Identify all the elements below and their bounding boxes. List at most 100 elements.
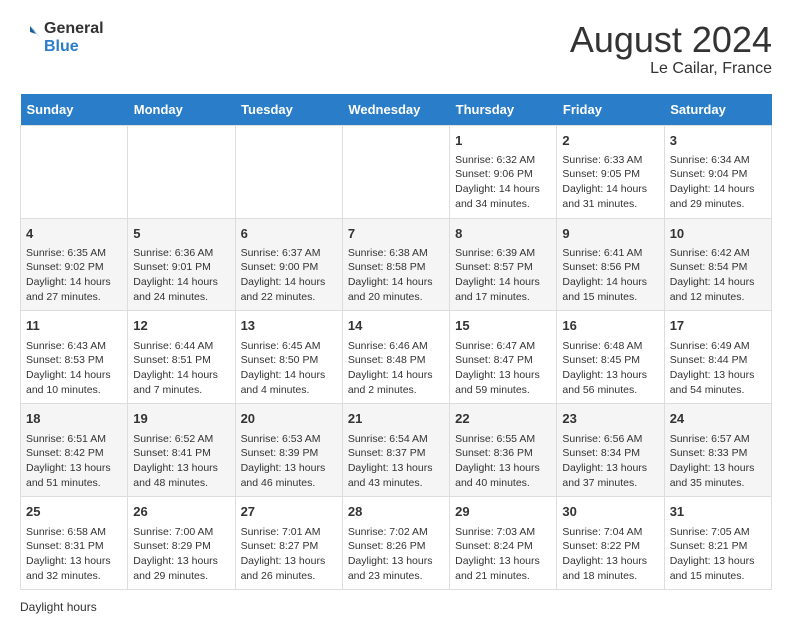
day-info: Sunrise: 7:04 AM Sunset: 8:22 PM Dayligh… — [562, 525, 658, 584]
calendar-cell-w4-d5: 22Sunrise: 6:55 AM Sunset: 8:36 PM Dayli… — [450, 404, 557, 497]
calendar-cell-w3-d2: 12Sunrise: 6:44 AM Sunset: 8:51 PM Dayli… — [128, 311, 235, 404]
calendar-cell-w1-d2 — [128, 125, 235, 218]
week-row-2: 4 Sunrise: 6:35 AM Sunset: 9:02 PM Daylig… — [21, 218, 772, 311]
day-info: Sunrise: 6:53 AM Sunset: 8:39 PM Dayligh… — [241, 432, 337, 491]
logo-general: General — [44, 20, 104, 37]
logo: General Blue — [20, 20, 104, 56]
day-number: 9 — [562, 225, 658, 243]
header-friday: Friday — [557, 94, 664, 126]
calendar-cell-w3-d3: 13Sunrise: 6:45 AM Sunset: 8:50 PM Dayli… — [235, 311, 342, 404]
day-info: Sunrise: 6:43 AM Sunset: 8:53 PM Dayligh… — [26, 339, 122, 398]
calendar-cell-w5-d6: 30 Sunrise: 7:04 AM Sunset: 8:22 PM Dayli… — [557, 497, 664, 590]
day-info: Sunrise: 6:37 AM Sunset: 9:00 PM Dayligh… — [241, 246, 337, 305]
week-row-4: 18 Sunrise: 6:51 AM Sunset: 8:42 PM Dayli… — [21, 404, 772, 497]
calendar-cell-w2-d2: 5 Sunrise: 6:36 AM Sunset: 9:01 PM Daylig… — [128, 218, 235, 311]
calendar-cell-w2-d7: 10 Sunrise: 6:42 AM Sunset: 8:54 PM Dayli… — [664, 218, 771, 311]
week-row-1: 1 Sunrise: 6:32 AM Sunset: 9:06 PM Daylig… — [21, 125, 772, 218]
day-info: Sunrise: 6:41 AM Sunset: 8:56 PM Dayligh… — [562, 246, 658, 305]
calendar-cell-w1-d5: 1 Sunrise: 6:32 AM Sunset: 9:06 PM Daylig… — [450, 125, 557, 218]
header-monday: Monday — [128, 94, 235, 126]
day-number: 19 — [133, 410, 229, 428]
day-number: 5 — [133, 225, 229, 243]
calendar-cell-w5-d2: 26 Sunrise: 7:00 AM Sunset: 8:29 PM Dayli… — [128, 497, 235, 590]
day-info: Sunrise: 6:39 AM Sunset: 8:57 PM Dayligh… — [455, 246, 551, 305]
calendar-header-row: SundayMondayTuesdayWednesdayThursdayFrid… — [21, 94, 772, 126]
header-thursday: Thursday — [450, 94, 557, 126]
day-number: 15 — [455, 317, 551, 335]
day-info: Sunrise: 6:54 AM Sunset: 8:37 PM Dayligh… — [348, 432, 444, 491]
calendar-cell-w4-d3: 20 Sunrise: 6:53 AM Sunset: 8:39 PM Dayli… — [235, 404, 342, 497]
calendar-cell-w4-d4: 21 Sunrise: 6:54 AM Sunset: 8:37 PM Dayli… — [342, 404, 449, 497]
day-info: Sunrise: 7:05 AM Sunset: 8:21 PM Dayligh… — [670, 525, 766, 584]
day-number: 17 — [670, 317, 766, 335]
day-info: Sunrise: 6:38 AM Sunset: 8:58 PM Dayligh… — [348, 246, 444, 305]
day-number: 27 — [241, 503, 337, 521]
day-number: 29 — [455, 503, 551, 521]
calendar-cell-w3-d6: 16 Sunrise: 6:48 AM Sunset: 8:45 PM Dayli… — [557, 311, 664, 404]
day-number: 18 — [26, 410, 122, 428]
day-info: Sunrise: 6:42 AM Sunset: 8:54 PM Dayligh… — [670, 246, 766, 305]
day-number: 6 — [241, 225, 337, 243]
day-info: Sunrise: 6:47 AM Sunset: 8:47 PM Dayligh… — [455, 339, 551, 398]
day-number: 24 — [670, 410, 766, 428]
day-info: Sunrise: 6:46 AM Sunset: 8:48 PM Dayligh… — [348, 339, 444, 398]
day-number: 2 — [562, 132, 658, 150]
day-number: 30 — [562, 503, 658, 521]
calendar-cell-w2-d6: 9 Sunrise: 6:41 AM Sunset: 8:56 PM Daylig… — [557, 218, 664, 311]
calendar-cell-w4-d1: 18 Sunrise: 6:51 AM Sunset: 8:42 PM Dayli… — [21, 404, 128, 497]
logo-blue: Blue — [44, 38, 79, 55]
calendar-table: SundayMondayTuesdayWednesdayThursdayFrid… — [20, 94, 772, 591]
calendar-cell-w2-d4: 7Sunrise: 6:38 AM Sunset: 8:58 PM Daylig… — [342, 218, 449, 311]
day-info: Sunrise: 6:49 AM Sunset: 8:44 PM Dayligh… — [670, 339, 766, 398]
day-info: Sunrise: 6:35 AM Sunset: 9:02 PM Dayligh… — [26, 246, 122, 305]
day-number: 14 — [348, 317, 444, 335]
day-info: Sunrise: 6:57 AM Sunset: 8:33 PM Dayligh… — [670, 432, 766, 491]
calendar-cell-w5-d4: 28 Sunrise: 7:02 AM Sunset: 8:26 PM Dayli… — [342, 497, 449, 590]
week-row-5: 25Sunrise: 6:58 AM Sunset: 8:31 PM Dayli… — [21, 497, 772, 590]
calendar-body: 1 Sunrise: 6:32 AM Sunset: 9:06 PM Daylig… — [21, 125, 772, 590]
day-number: 25 — [26, 503, 122, 521]
calendar-cell-w3-d1: 11Sunrise: 6:43 AM Sunset: 8:53 PM Dayli… — [21, 311, 128, 404]
day-info: Sunrise: 6:52 AM Sunset: 8:41 PM Dayligh… — [133, 432, 229, 491]
day-number: 10 — [670, 225, 766, 243]
day-info: Sunrise: 6:34 AM Sunset: 9:04 PM Dayligh… — [670, 153, 766, 212]
day-number: 16 — [562, 317, 658, 335]
day-info: Sunrise: 6:48 AM Sunset: 8:45 PM Dayligh… — [562, 339, 658, 398]
day-number: 23 — [562, 410, 658, 428]
day-number: 1 — [455, 132, 551, 150]
calendar-cell-w2-d5: 8Sunrise: 6:39 AM Sunset: 8:57 PM Daylig… — [450, 218, 557, 311]
calendar-cell-w3-d4: 14 Sunrise: 6:46 AM Sunset: 8:48 PM Dayli… — [342, 311, 449, 404]
day-info: Sunrise: 6:36 AM Sunset: 9:01 PM Dayligh… — [133, 246, 229, 305]
calendar-cell-w1-d7: 3 Sunrise: 6:34 AM Sunset: 9:04 PM Daylig… — [664, 125, 771, 218]
day-number: 21 — [348, 410, 444, 428]
day-number: 26 — [133, 503, 229, 521]
calendar-cell-w4-d7: 24 Sunrise: 6:57 AM Sunset: 8:33 PM Dayli… — [664, 404, 771, 497]
calendar-cell-w4-d6: 23Sunrise: 6:56 AM Sunset: 8:34 PM Dayli… — [557, 404, 664, 497]
day-number: 22 — [455, 410, 551, 428]
day-number: 3 — [670, 132, 766, 150]
calendar-cell-w5-d7: 31 Sunrise: 7:05 AM Sunset: 8:21 PM Dayli… — [664, 497, 771, 590]
day-number: 4 — [26, 225, 122, 243]
day-info: Sunrise: 7:02 AM Sunset: 8:26 PM Dayligh… — [348, 525, 444, 584]
calendar-cell-w2-d3: 6 Sunrise: 6:37 AM Sunset: 9:00 PM Daylig… — [235, 218, 342, 311]
calendar-cell-w5-d1: 25Sunrise: 6:58 AM Sunset: 8:31 PM Dayli… — [21, 497, 128, 590]
day-info: Sunrise: 6:32 AM Sunset: 9:06 PM Dayligh… — [455, 153, 551, 212]
day-number: 20 — [241, 410, 337, 428]
day-number: 28 — [348, 503, 444, 521]
day-number: 31 — [670, 503, 766, 521]
day-info: Sunrise: 6:51 AM Sunset: 8:42 PM Dayligh… — [26, 432, 122, 491]
day-info: Sunrise: 6:44 AM Sunset: 8:51 PM Dayligh… — [133, 339, 229, 398]
page-subtitle: Le Cailar, France — [570, 60, 772, 78]
footer-text: Daylight hours — [20, 600, 772, 614]
page-title: August 2024 — [570, 20, 772, 60]
day-info: Sunrise: 6:45 AM Sunset: 8:50 PM Dayligh… — [241, 339, 337, 398]
header-saturday: Saturday — [664, 94, 771, 126]
day-info: Sunrise: 7:00 AM Sunset: 8:29 PM Dayligh… — [133, 525, 229, 584]
header-tuesday: Tuesday — [235, 94, 342, 126]
header-wednesday: Wednesday — [342, 94, 449, 126]
day-info: Sunrise: 6:33 AM Sunset: 9:05 PM Dayligh… — [562, 153, 658, 212]
calendar-cell-w1-d6: 2 Sunrise: 6:33 AM Sunset: 9:05 PM Daylig… — [557, 125, 664, 218]
title-area: August 2024 Le Cailar, France — [570, 20, 772, 78]
daylight-hours-label: Daylight hours — [20, 600, 97, 614]
week-row-3: 11Sunrise: 6:43 AM Sunset: 8:53 PM Dayli… — [21, 311, 772, 404]
